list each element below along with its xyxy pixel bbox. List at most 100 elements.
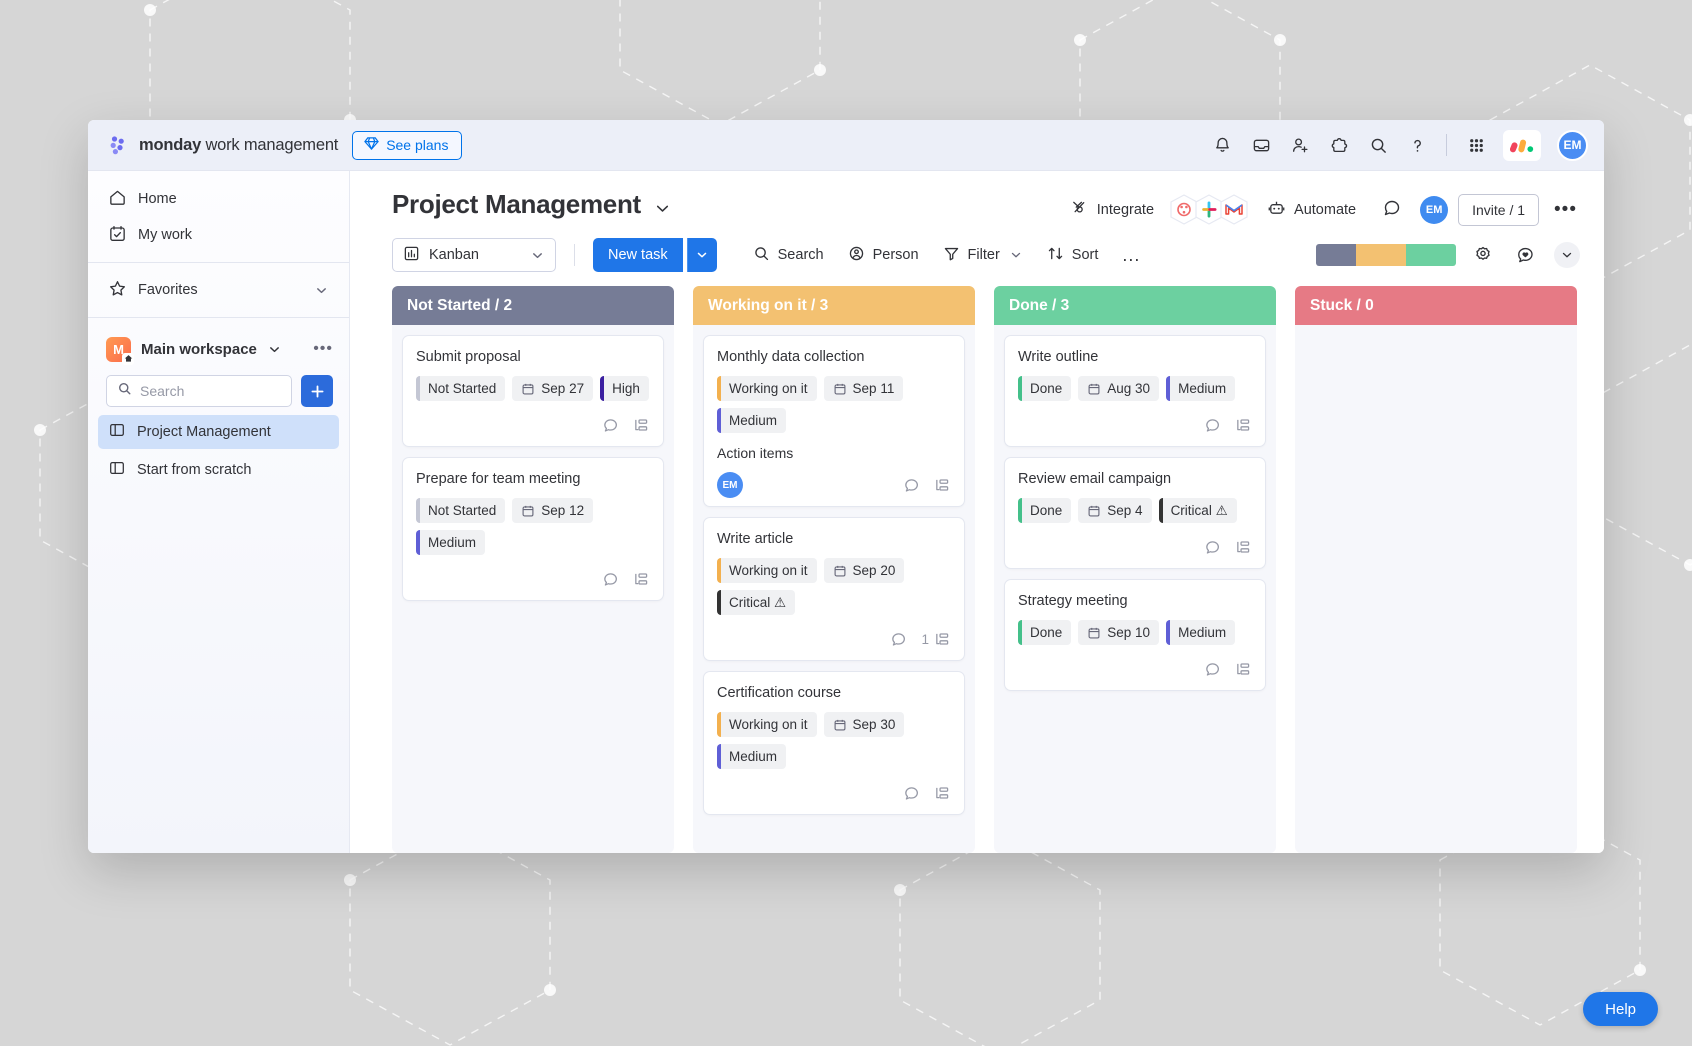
toolbar-search-button[interactable]: Search xyxy=(743,239,834,271)
search-icon[interactable] xyxy=(1362,129,1394,161)
grid-apps-icon[interactable] xyxy=(1460,129,1492,161)
board-more-icon[interactable]: ••• xyxy=(1549,199,1582,221)
chip-status[interactable]: Not Started xyxy=(416,376,506,401)
toolbar-person-button[interactable]: Person xyxy=(838,239,929,271)
chip-date[interactable]: Sep 10 xyxy=(1078,620,1160,645)
automate-button[interactable]: Automate xyxy=(1259,194,1364,226)
subitems-icon[interactable] xyxy=(633,571,650,588)
subitems-icon[interactable] xyxy=(1235,539,1252,556)
integrate-button[interactable]: Integrate xyxy=(1062,194,1162,226)
chip-priority[interactable]: Critical ⚠ xyxy=(1158,498,1237,523)
comment-icon[interactable] xyxy=(903,477,920,494)
see-plans-button[interactable]: See plans xyxy=(352,130,463,160)
comment-icon[interactable] xyxy=(903,785,920,802)
kanban-column-header[interactable]: Working on it / 3 xyxy=(693,286,975,325)
sidebar-item-home[interactable]: Home xyxy=(98,182,339,216)
invite-button[interactable]: Invite / 1 xyxy=(1458,193,1540,226)
chip-priority[interactable]: Medium xyxy=(717,408,787,433)
subitems-icon[interactable]: 1 xyxy=(921,631,951,648)
chip-priority[interactable]: Medium xyxy=(717,744,787,769)
see-plans-label: See plans xyxy=(386,137,449,153)
chip-date[interactable]: Sep 27 xyxy=(512,376,594,401)
sidebar-item-favorites[interactable]: Favorites xyxy=(98,273,339,307)
kanban-card[interactable]: Monthly data collection Working on it Sep … xyxy=(703,335,965,507)
kanban-card[interactable]: Review email campaign Done Sep 4 Critical ⚠ xyxy=(1004,457,1266,569)
chip-status[interactable]: Working on it xyxy=(717,376,817,401)
chip-date[interactable]: Sep 30 xyxy=(823,712,905,737)
gmail-icon[interactable] xyxy=(1219,193,1249,226)
chip-date[interactable]: Aug 30 xyxy=(1078,376,1160,401)
kanban-column-header[interactable]: Done / 3 xyxy=(994,286,1276,325)
avatar[interactable]: EM xyxy=(1557,129,1588,161)
workspace-chevron-down-icon[interactable] xyxy=(267,342,282,357)
kanban-card-subitem[interactable]: Action items xyxy=(717,445,951,461)
kanban-card[interactable]: Strategy meeting Done Sep 10 Medium xyxy=(1004,579,1266,691)
board-title-chevron-down-icon[interactable] xyxy=(653,199,672,218)
toolbar-sort-button[interactable]: Sort xyxy=(1037,239,1109,271)
new-task-dropdown-icon[interactable] xyxy=(686,238,717,272)
invite-member-icon[interactable] xyxy=(1284,129,1316,161)
chip-status[interactable]: Done xyxy=(1018,620,1072,645)
kanban-card[interactable]: Prepare for team meeting Not Started Sep 1… xyxy=(402,457,664,601)
sidebar-item-project-management[interactable]: Project Management xyxy=(98,415,339,449)
kanban-card[interactable]: Write outline Done Aug 30 Medium xyxy=(1004,335,1266,447)
comment-icon[interactable] xyxy=(1204,661,1221,678)
chip-date[interactable]: Sep 4 xyxy=(1078,498,1152,523)
workspace-more-icon[interactable]: ••• xyxy=(313,340,333,358)
kanban-card[interactable]: Write article Working on it Sep 20 Critical… xyxy=(703,517,965,661)
apps-puzzle-icon[interactable] xyxy=(1323,129,1355,161)
chip-status[interactable]: Working on it xyxy=(717,712,817,737)
toolbar-filter-button[interactable]: Filter xyxy=(933,239,1033,271)
collapse-chevron-down-icon[interactable] xyxy=(1552,240,1582,270)
sidebar-item-start-from-scratch[interactable]: Start from scratch xyxy=(98,453,339,487)
new-task-button[interactable]: New task xyxy=(593,238,683,272)
monday-product-switcher-icon[interactable] xyxy=(1503,129,1541,161)
comment-icon[interactable] xyxy=(1204,417,1221,434)
chip-priority[interactable]: Medium xyxy=(416,530,486,555)
view-select[interactable]: Kanban xyxy=(392,238,556,272)
comment-icon[interactable] xyxy=(602,417,619,434)
subitems-icon[interactable] xyxy=(934,785,951,802)
comment-icon[interactable] xyxy=(1204,539,1221,556)
board-avatar[interactable]: EM xyxy=(1420,195,1449,224)
toolbar-more-button[interactable]: ... xyxy=(1112,239,1150,271)
subitems-icon[interactable] xyxy=(934,477,951,494)
chip-priority[interactable]: Critical ⚠ xyxy=(717,590,796,615)
heart-chat-icon[interactable] xyxy=(1510,240,1540,270)
help-icon[interactable] xyxy=(1401,129,1433,161)
chip-priority[interactable]: Medium xyxy=(1166,376,1236,401)
chevron-down-icon[interactable] xyxy=(1009,248,1023,262)
kanban-card[interactable]: Certification course Working on it Sep 30 M… xyxy=(703,671,965,815)
subitems-icon[interactable] xyxy=(633,417,650,434)
chip-priority[interactable]: High xyxy=(600,376,649,401)
subitems-icon[interactable] xyxy=(1235,661,1252,678)
subitems-icon[interactable] xyxy=(1235,417,1252,434)
gear-icon[interactable] xyxy=(1468,240,1498,270)
chip-status[interactable]: Done xyxy=(1018,376,1072,401)
board-chat-button[interactable] xyxy=(1374,194,1410,226)
workspace-row[interactable]: M Main workspace ••• xyxy=(88,327,349,367)
comment-icon[interactable] xyxy=(890,631,907,648)
avatar[interactable]: EM xyxy=(717,472,743,498)
kanban-column-header[interactable]: Not Started / 2 xyxy=(392,286,674,325)
chevron-down-icon[interactable] xyxy=(314,283,329,298)
chip-date[interactable]: Sep 12 xyxy=(512,498,594,523)
status-colorbar[interactable] xyxy=(1316,244,1456,266)
chip-date[interactable]: Sep 11 xyxy=(823,376,904,401)
search-box[interactable] xyxy=(106,375,292,407)
search-input[interactable] xyxy=(140,383,281,399)
inbox-icon[interactable] xyxy=(1245,129,1277,161)
add-board-button[interactable] xyxy=(301,375,333,407)
kanban-card[interactable]: Submit proposal Not Started Sep 27 High xyxy=(402,335,664,447)
chip-status[interactable]: Working on it xyxy=(717,558,817,583)
chip-priority[interactable]: Medium xyxy=(1166,620,1236,645)
chip-status[interactable]: Not Started xyxy=(416,498,506,523)
bell-icon[interactable] xyxy=(1206,129,1238,161)
chip-date[interactable]: Sep 20 xyxy=(823,558,905,583)
sidebar-item-my-work[interactable]: My work xyxy=(98,218,339,252)
chip-status[interactable]: Done xyxy=(1018,498,1072,523)
kanban-column-header[interactable]: Stuck / 0 xyxy=(1295,286,1577,325)
chevron-down-icon[interactable] xyxy=(530,248,545,263)
help-button[interactable]: Help xyxy=(1583,992,1658,1026)
comment-icon[interactable] xyxy=(602,571,619,588)
